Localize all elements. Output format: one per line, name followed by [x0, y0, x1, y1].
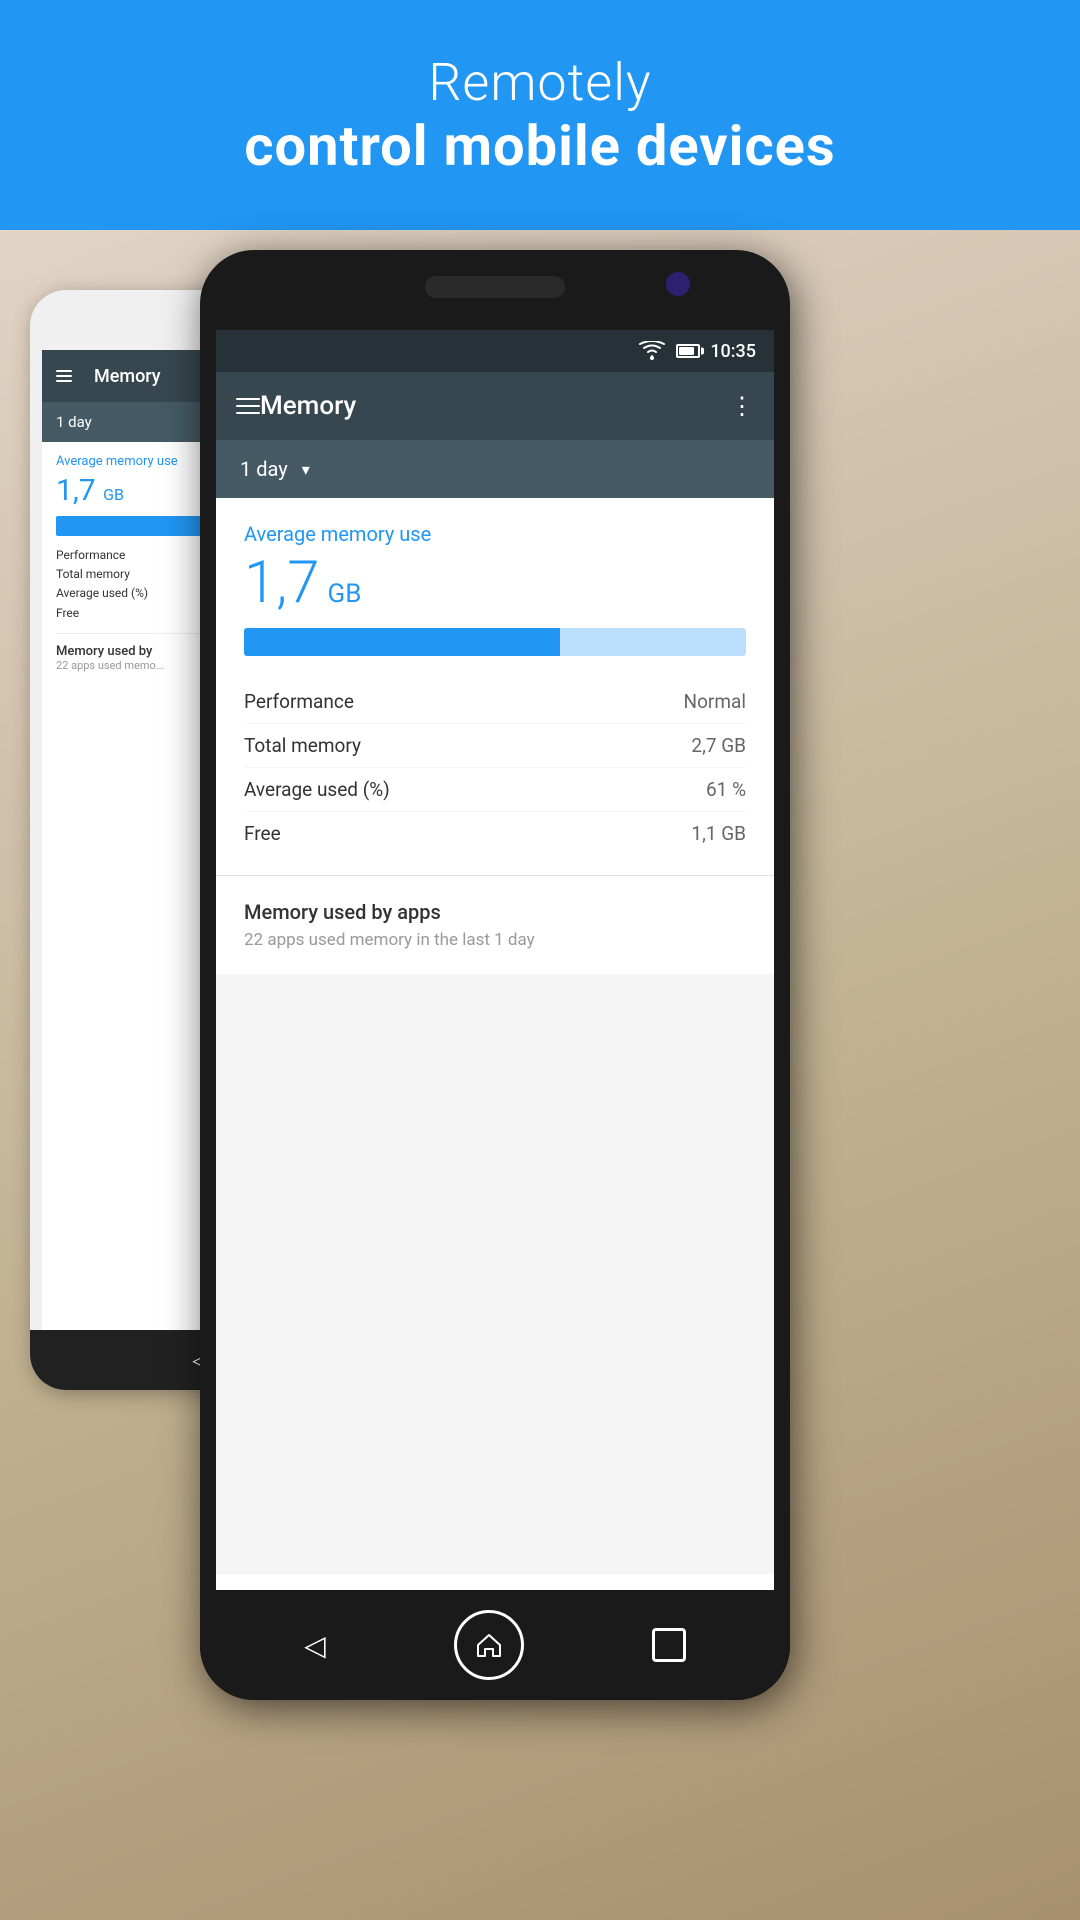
apps-section-subtitle: 22 apps used memory in the last 1 day: [244, 930, 746, 950]
home-icon: [474, 1630, 504, 1660]
stat-row-performance: Performance Normal: [244, 680, 746, 724]
phone-bg-title: Memory: [94, 366, 161, 387]
battery-icon: [676, 344, 700, 358]
phone-nav-bar: ◁: [200, 1590, 790, 1700]
avg-memory-label: Average memory use: [244, 522, 746, 546]
phone-screen: 10:35 Memory ⋮ 1 day ▾ Average memory us…: [216, 330, 774, 1590]
status-bar: 10:35: [216, 330, 774, 372]
hamburger-menu-icon[interactable]: [236, 398, 260, 414]
empty-content-area: [216, 974, 774, 1574]
stat-value-free: 1,1 GB: [691, 822, 746, 845]
stat-label-total-memory: Total memory: [244, 734, 361, 757]
banner-line2: control mobile devices: [244, 113, 835, 179]
top-banner: Remotely control mobile devices: [0, 0, 1080, 230]
apps-section-title: Memory used by apps: [244, 900, 746, 924]
toolbar-title: Memory: [260, 391, 730, 421]
stat-label-avg-used: Average used (%): [244, 778, 390, 801]
nav-recent-button[interactable]: [652, 1628, 686, 1662]
memory-section: Average memory use 1,7 GB Performance No…: [216, 498, 774, 876]
day-selector-text: 1 day: [240, 457, 288, 481]
app-toolbar: Memory ⋮: [216, 372, 774, 440]
status-time: 10:35: [710, 341, 756, 362]
phone-camera: [666, 272, 690, 296]
stat-value-avg-used: 61 %: [706, 778, 746, 801]
stat-label-free: Free: [244, 822, 281, 845]
memory-value-number: 1,7: [244, 554, 319, 612]
memory-value-row: 1,7 GB: [244, 554, 746, 612]
phone-bg-day: 1 day: [56, 413, 92, 431]
stats-table: Performance Normal Total memory 2,7 GB A…: [244, 680, 746, 855]
memory-value-unit: GB: [327, 579, 361, 609]
phone-main: 10:35 Memory ⋮ 1 day ▾ Average memory us…: [200, 250, 790, 1700]
stat-row-total-memory: Total memory 2,7 GB: [244, 724, 746, 768]
apps-section: Memory used by apps 22 apps used memory …: [216, 876, 774, 974]
stat-row-avg-used: Average used (%) 61 %: [244, 768, 746, 812]
memory-progress-bar: [244, 628, 746, 656]
dropdown-arrow-icon: ▾: [302, 460, 310, 479]
banner-line1: Remotely: [428, 52, 651, 113]
stat-label-performance: Performance: [244, 690, 354, 713]
main-content: Average memory use 1,7 GB Performance No…: [216, 498, 774, 1574]
wifi-icon: [638, 341, 666, 361]
memory-progress-fill: [244, 628, 560, 656]
stat-value-performance: Normal: [684, 690, 746, 713]
day-selector[interactable]: 1 day ▾: [216, 440, 774, 498]
stat-row-free: Free 1,1 GB: [244, 812, 746, 855]
nav-back-button[interactable]: ◁: [304, 1629, 326, 1662]
overflow-menu-icon[interactable]: ⋮: [730, 392, 754, 420]
stat-value-total-memory: 2,7 GB: [691, 734, 746, 757]
phone-speaker: [425, 276, 565, 298]
nav-home-button[interactable]: [454, 1610, 524, 1680]
